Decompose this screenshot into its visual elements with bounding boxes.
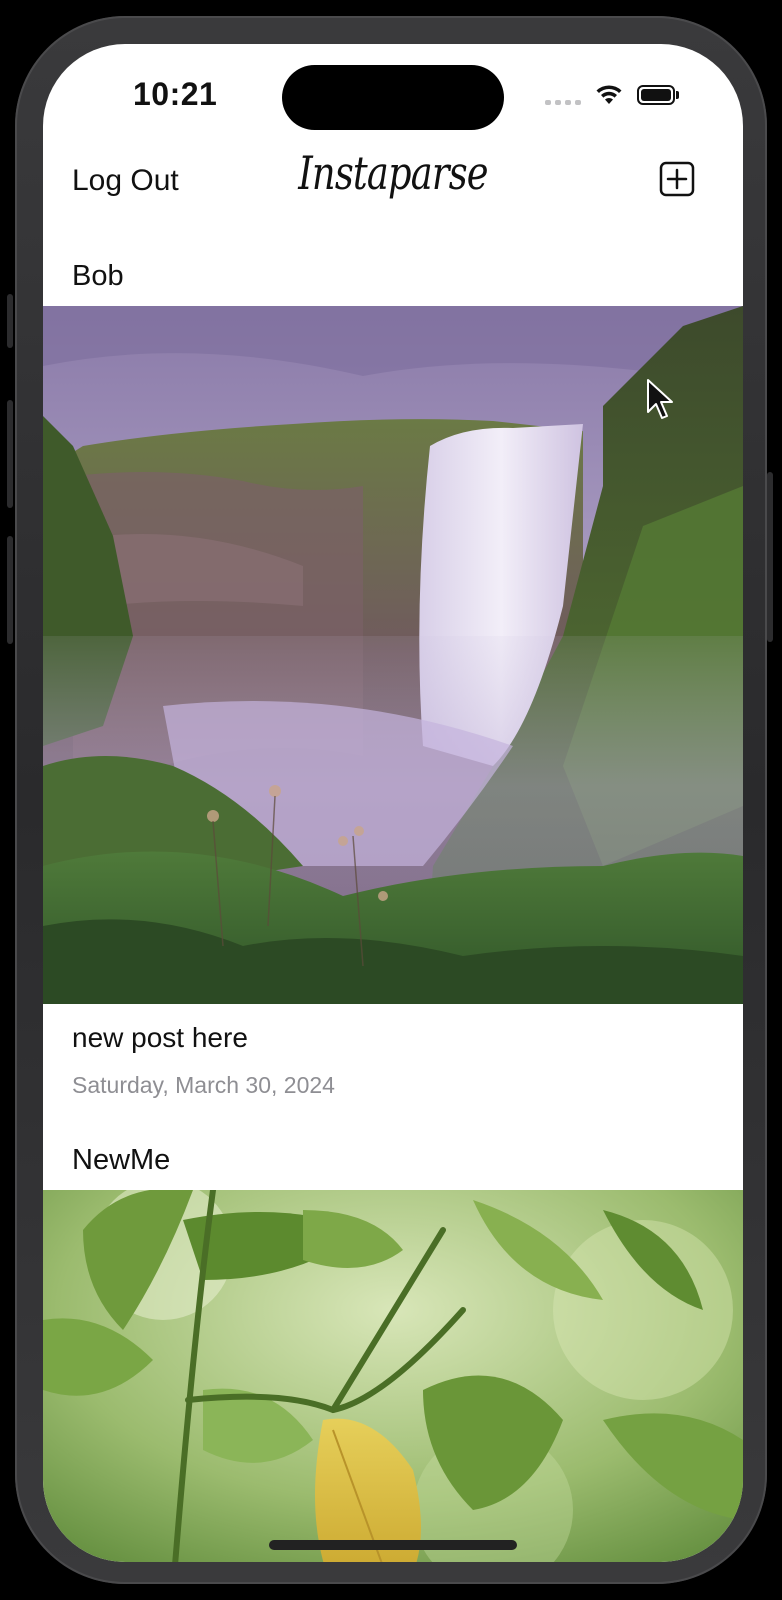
status-time: 10:21 [133, 76, 218, 112]
post-feed[interactable]: Bob new post here Saturday, March 30, 20… [43, 224, 743, 1562]
wifi-icon [596, 85, 622, 104]
post-username: NewMe [72, 1144, 171, 1176]
cellular-signal-icon [545, 100, 583, 106]
power-button [767, 472, 773, 642]
home-indicator[interactable] [269, 1540, 517, 1550]
plus-square-icon[interactable] [659, 161, 695, 197]
post-username: Bob [72, 260, 124, 292]
waterfall-photo[interactable] [43, 306, 743, 1004]
volume-down-button [7, 536, 13, 644]
dynamic-island [282, 65, 504, 130]
post-caption: new post here [72, 1022, 248, 1053]
mouse-pointer-icon [647, 379, 673, 419]
post-date: Saturday, March 30, 2024 [72, 1072, 335, 1098]
nav-bar: Log Out Instaparse [43, 144, 743, 224]
app-screen: 10:21 Log Out Instaparse Bob new post he… [43, 44, 743, 1562]
leaves-photo[interactable] [43, 1190, 743, 1562]
status-bar: 10:21 [43, 44, 743, 144]
volume-up-button [7, 400, 13, 508]
app-logo: Instaparse [298, 146, 488, 200]
post-caption-block: new post here Saturday, March 30, 2024 [43, 1004, 743, 1144]
action-button [7, 294, 13, 348]
post-header: Bob [43, 224, 743, 306]
battery-icon [637, 85, 681, 107]
post-header: NewMe [43, 1144, 743, 1190]
